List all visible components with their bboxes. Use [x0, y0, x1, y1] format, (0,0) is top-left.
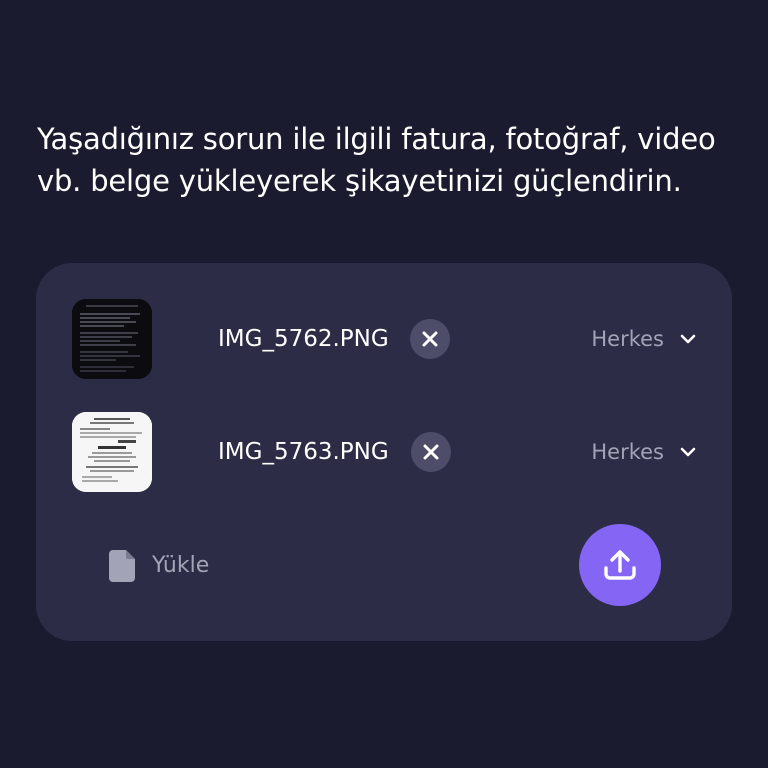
upload-screen: Yaşadığınız sorun ile ilgili fatura, fot…	[0, 0, 768, 768]
attachments-card: IMG_5762.PNG Herkes IMG_5763.PNG Herkes …	[36, 263, 732, 641]
attachment-thumbnail[interactable]	[72, 299, 152, 379]
attachment-thumbnail[interactable]	[72, 412, 152, 492]
dark-screenshot-thumbnail	[72, 299, 152, 379]
document-icon	[109, 550, 135, 582]
visibility-dropdown[interactable]: Herkes	[591, 436, 696, 468]
attachment-file-name: IMG_5762.PNG	[218, 326, 389, 352]
visibility-label: Herkes	[591, 327, 664, 351]
visibility-label: Herkes	[591, 440, 664, 464]
remove-attachment-button[interactable]	[411, 432, 451, 472]
close-icon	[422, 331, 438, 347]
attachment-row: IMG_5762.PNG Herkes	[72, 299, 696, 379]
chevron-down-icon	[680, 447, 696, 457]
visibility-dropdown[interactable]: Herkes	[591, 323, 696, 355]
attachment-row: IMG_5763.PNG Herkes	[72, 412, 696, 492]
upload-icon	[604, 550, 636, 580]
attachment-file-name: IMG_5763.PNG	[218, 439, 389, 465]
prompt-text: Yaşadığınız sorun ile ilgili fatura, fot…	[37, 122, 716, 198]
upload-label: Yükle	[152, 553, 210, 578]
receipt-screenshot-thumbnail	[72, 412, 152, 492]
chevron-down-icon	[680, 334, 696, 344]
upload-file-link[interactable]: Yükle	[109, 549, 209, 583]
close-icon	[423, 444, 439, 460]
remove-attachment-button[interactable]	[410, 319, 450, 359]
upload-button[interactable]	[579, 524, 661, 606]
